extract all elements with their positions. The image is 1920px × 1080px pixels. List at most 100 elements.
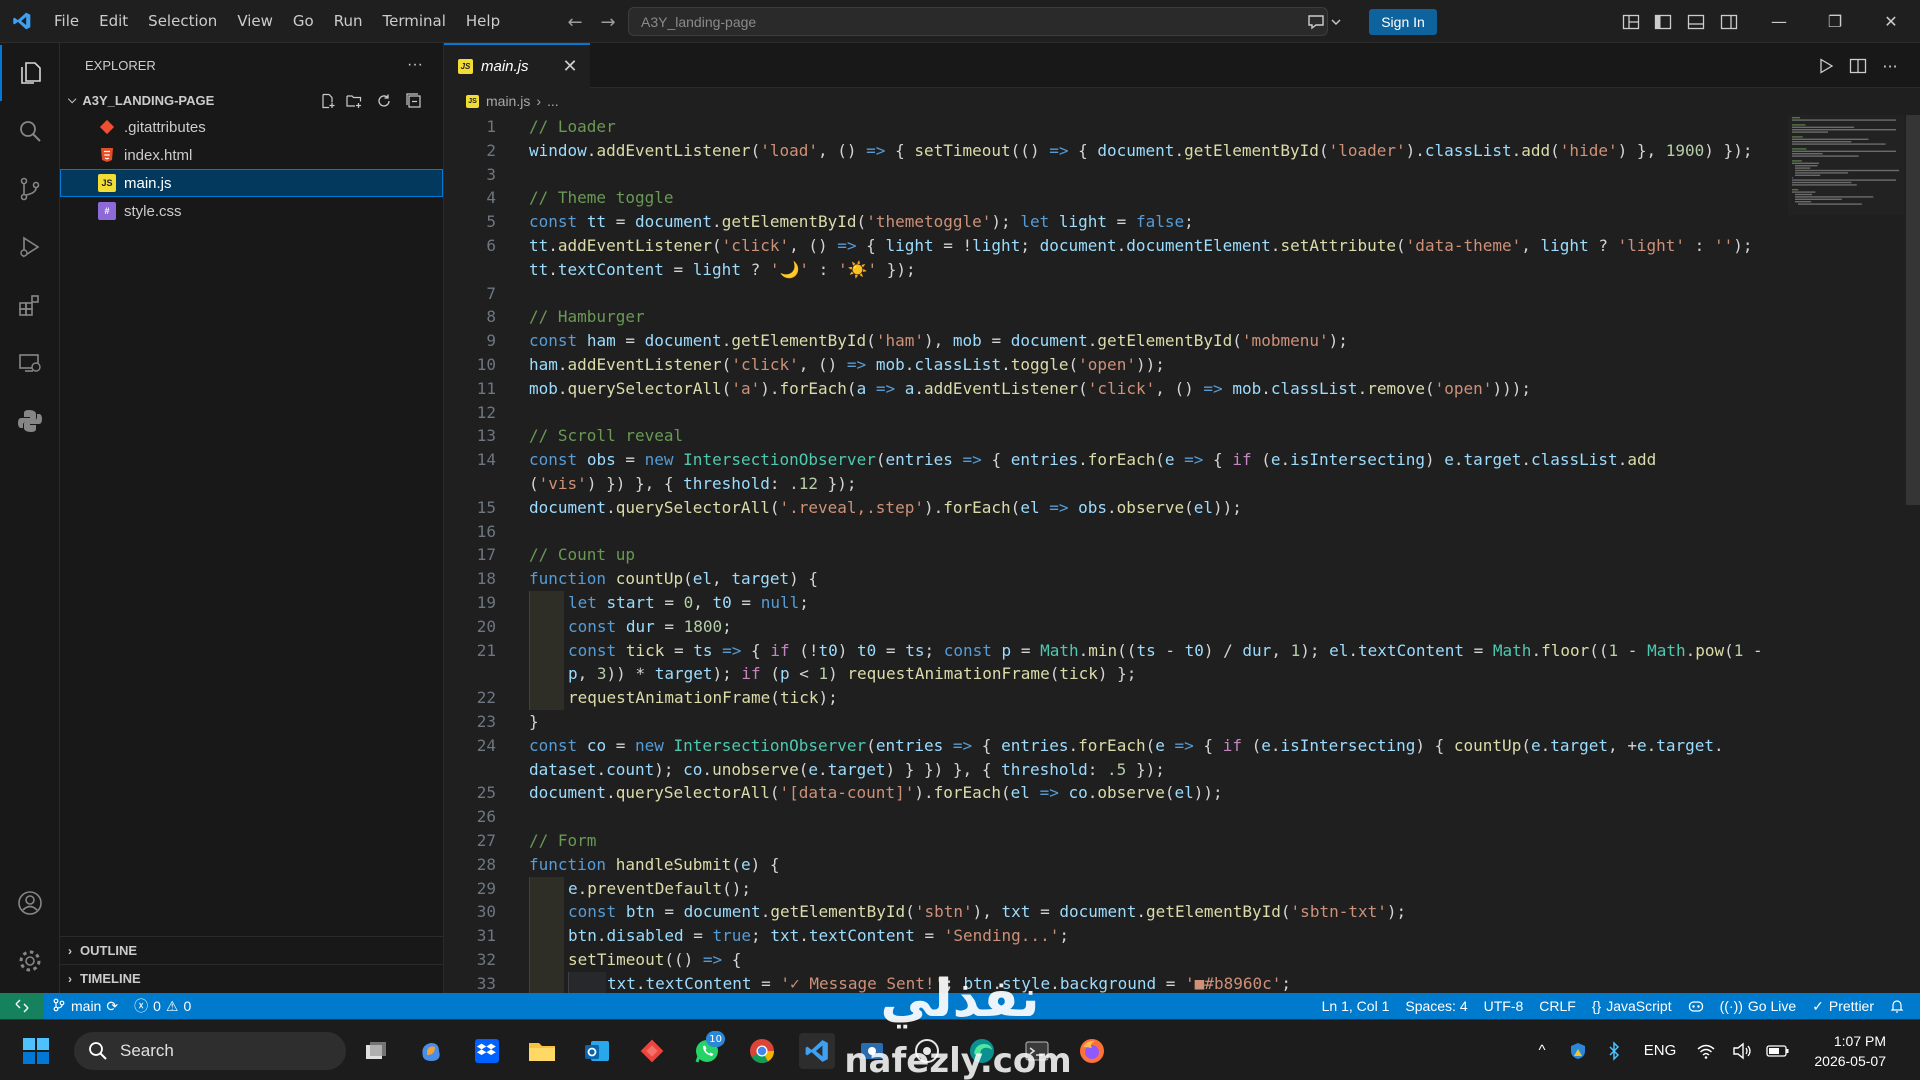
notification-center-icon[interactable] xyxy=(1906,1033,1920,1069)
edge-icon[interactable] xyxy=(964,1033,1000,1069)
new-file-icon[interactable] xyxy=(317,90,339,112)
code-line[interactable]: 4 // Theme toggle xyxy=(444,186,1920,210)
restore-icon[interactable]: ❐ xyxy=(1806,0,1864,43)
vscode-app-icon[interactable] xyxy=(799,1033,835,1069)
toggle-primary-sidebar-icon[interactable] xyxy=(1652,11,1674,33)
firefox-icon[interactable] xyxy=(1074,1033,1110,1069)
menu-run[interactable]: Run xyxy=(324,6,373,36)
code-line[interactable]: 33 txt.textContent = '✓ Message Sent!'; b… xyxy=(444,971,1920,996)
code-line[interactable]: 17 // Count up xyxy=(444,543,1920,567)
screen-recorder-icon[interactable] xyxy=(854,1033,890,1069)
code-line[interactable]: 15 document.querySelectorAll('.reveal,.st… xyxy=(444,496,1920,520)
remote-indicator-icon[interactable] xyxy=(0,993,44,1019)
code-line[interactable]: 25 document.querySelectorAll('[data-count… xyxy=(444,781,1920,805)
chevron-up-icon[interactable]: ^ xyxy=(1524,1033,1560,1069)
menu-help[interactable]: Help xyxy=(456,6,510,36)
code-line[interactable]: 29 e.preventDefault(); xyxy=(444,876,1920,901)
customize-layout-icon[interactable] xyxy=(1620,11,1642,33)
code-line[interactable]: 30 const btn = document.getElementById('s… xyxy=(444,900,1920,925)
tab-main-js[interactable]: JS main.js ✕ xyxy=(444,43,590,88)
code-line[interactable]: 7 xyxy=(444,282,1920,306)
close-window-icon[interactable]: ✕ xyxy=(1862,0,1920,43)
code-line[interactable]: 28 function handleSubmit(e) { xyxy=(444,853,1920,877)
copilot-status-icon[interactable] xyxy=(1680,993,1712,1019)
task-view-icon[interactable] xyxy=(358,1033,394,1069)
outlook-icon[interactable] xyxy=(579,1033,615,1069)
code-line[interactable]: p, 3)) * target); if (p < 1) requestAnim… xyxy=(444,662,1920,687)
copilot-app-icon[interactable] xyxy=(413,1033,449,1069)
code-line[interactable]: 23} xyxy=(444,710,1920,734)
code-line[interactable]: 10 ham.addEventListener('click', () => mo… xyxy=(444,353,1920,377)
code-line[interactable]: 21 const tick = ts => { if (!t0) t0 = ts;… xyxy=(444,638,1920,663)
code-line[interactable]: 12 xyxy=(444,401,1920,425)
close-tab-icon[interactable]: ✕ xyxy=(560,56,580,77)
code-line[interactable]: 3 xyxy=(444,163,1920,187)
back-arrow-icon[interactable]: ← xyxy=(561,8,589,36)
file-gitattributes[interactable]: .gitattributes xyxy=(60,113,443,141)
media-player-icon[interactable] xyxy=(909,1033,945,1069)
file-main-js[interactable]: JS main.js xyxy=(60,169,443,197)
menu-go[interactable]: Go xyxy=(283,6,324,36)
breadcrumb-file[interactable]: main.js xyxy=(486,93,530,109)
toggle-secondary-sidebar-icon[interactable] xyxy=(1718,11,1740,33)
copilot-chat-icon[interactable] xyxy=(1300,7,1348,36)
code-line[interactable]: tt.textContent = light ? '🌙' : '☀️' }); xyxy=(444,258,1920,282)
minimap[interactable] xyxy=(1788,115,1904,215)
code-line[interactable]: 14 const obs = new IntersectionObserver(e… xyxy=(444,448,1920,472)
battery-icon[interactable] xyxy=(1760,1033,1796,1069)
code-editor[interactable]: 1// Loader 2 window.addEventListener('load… xyxy=(444,115,1920,996)
file-index-html[interactable]: index.html xyxy=(60,141,443,169)
code-line[interactable]: 26 xyxy=(444,805,1920,829)
outline-section-header[interactable]: › OUTLINE xyxy=(60,936,443,964)
code-line[interactable]: 20 const dur = 1800; xyxy=(444,614,1920,639)
whatsapp-icon[interactable]: 10 xyxy=(689,1031,725,1069)
collapse-all-icon[interactable] xyxy=(403,90,425,112)
code-line[interactable]: 8 // Hamburger xyxy=(444,305,1920,329)
explorer-more-actions-icon[interactable]: ··· xyxy=(407,56,423,74)
terminal-app-icon[interactable] xyxy=(1019,1033,1055,1069)
notifications-bell-icon[interactable] xyxy=(1882,993,1912,1019)
remote-explorer-icon[interactable] xyxy=(0,335,60,391)
new-folder-icon[interactable] xyxy=(343,90,365,112)
code-line[interactable]: 9 const ham = document.getElementById('ha… xyxy=(444,329,1920,353)
code-line[interactable]: 5 const tt = document.getElementById('the… xyxy=(444,210,1920,234)
taskbar-search[interactable]: Search xyxy=(74,1032,346,1070)
code-line[interactable]: 11 mob.querySelectorAll('a').forEach(a =>… xyxy=(444,377,1920,401)
git-branch-item[interactable]: main ⟳ xyxy=(44,993,126,1019)
search-icon[interactable] xyxy=(0,103,60,159)
security-shield-icon[interactable] xyxy=(1560,1033,1596,1069)
menu-edit[interactable]: Edit xyxy=(89,6,138,36)
input-language[interactable]: ENG xyxy=(1632,1033,1688,1069)
dropbox-icon[interactable] xyxy=(469,1033,505,1069)
accounts-icon[interactable] xyxy=(0,875,60,931)
chrome-icon[interactable] xyxy=(744,1033,780,1069)
run-file-icon[interactable] xyxy=(1814,54,1838,78)
command-center-search[interactable]: A3Y_landing-page xyxy=(628,7,1328,36)
file-explorer-icon[interactable] xyxy=(524,1033,560,1069)
prettier-item[interactable]: ✓ Prettier xyxy=(1804,993,1882,1019)
code-line[interactable]: 32 setTimeout(() => { xyxy=(444,947,1920,972)
language-mode[interactable]: {} JavaScript xyxy=(1584,993,1680,1019)
timeline-section-header[interactable]: › TIMELINE xyxy=(60,964,443,992)
forward-arrow-icon[interactable]: → xyxy=(594,8,622,36)
extensions-icon[interactable] xyxy=(0,277,60,333)
source-control-icon[interactable] xyxy=(0,161,60,217)
anydesk-icon[interactable] xyxy=(634,1033,670,1069)
code-line[interactable]: 19 let start = 0, t0 = null; xyxy=(444,590,1920,615)
run-debug-icon[interactable] xyxy=(0,219,60,275)
sync-icon[interactable]: ⟳ xyxy=(106,998,118,1015)
menu-view[interactable]: View xyxy=(227,6,283,36)
problems-item[interactable]: ⓧ 0 ⚠ 0 xyxy=(126,993,199,1019)
workspace-folder-header[interactable]: ⌵ A3Y_LANDING-PAGE xyxy=(60,87,443,113)
file-style-css[interactable]: # style.css xyxy=(60,197,443,225)
refresh-icon[interactable] xyxy=(373,90,395,112)
menu-terminal[interactable]: Terminal xyxy=(373,6,456,36)
code-line[interactable]: 27 // Form xyxy=(444,829,1920,853)
encoding[interactable]: UTF-8 xyxy=(1476,993,1532,1019)
taskbar-clock[interactable]: 1:07 PM 2026-05-07 xyxy=(1796,1031,1906,1071)
breadcrumb-symbols[interactable]: ... xyxy=(547,93,559,109)
menu-selection[interactable]: Selection xyxy=(138,6,227,36)
explorer-icon[interactable] xyxy=(0,45,60,101)
vertical-scrollbar[interactable] xyxy=(1906,115,1920,505)
cursor-position[interactable]: Ln 1, Col 1 xyxy=(1314,993,1398,1019)
